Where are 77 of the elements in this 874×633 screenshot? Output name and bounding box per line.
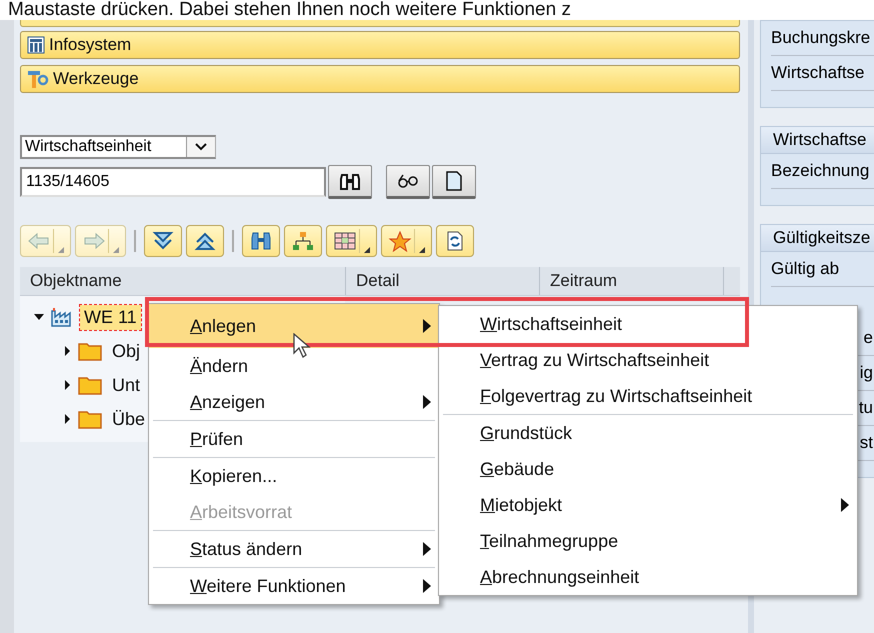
field-label: Wirtschaftse (771, 56, 874, 91)
mouse-pointer-icon (293, 333, 313, 359)
menu-item[interactable]: Anlegen (149, 304, 439, 348)
menu-item[interactable]: Mietobjekt (439, 487, 857, 523)
column-header[interactable]: Objektname (20, 267, 346, 295)
dropdown-corner-icon (58, 247, 64, 253)
caret-down-icon[interactable] (34, 312, 44, 322)
search-button[interactable] (328, 165, 372, 199)
submenu-arrow-icon (423, 542, 431, 556)
toolbar-button[interactable] (186, 225, 224, 257)
binoculars-icon (339, 171, 361, 191)
menu-item[interactable]: Grundstück (439, 415, 857, 451)
toolbar-button[interactable] (326, 225, 377, 257)
forward-arrow-icon (82, 230, 106, 252)
toolbar-button[interactable] (144, 225, 182, 257)
expand-all-icon (151, 230, 175, 252)
menu-item[interactable]: Status ändern (149, 531, 439, 567)
menu-item[interactable]: Abrechnungseinheit (439, 559, 857, 595)
dropdown-corner-icon (113, 247, 119, 253)
tree-node-label[interactable]: Übe (108, 406, 150, 432)
tree-node-label[interactable]: Unt (108, 372, 144, 398)
menu-item[interactable]: Teilnahmegruppe (439, 523, 857, 559)
submenu-arrow-icon (423, 319, 431, 333)
column-header[interactable]: Detail (346, 267, 540, 295)
field-label: Buchungskre (771, 21, 874, 56)
binoculars-icon (249, 230, 273, 252)
field-label: st (860, 432, 874, 454)
star-icon (388, 230, 412, 252)
folder-icon (78, 341, 102, 361)
menu-item[interactable]: Ändern (149, 348, 439, 384)
nav-button[interactable]: Infosystem (20, 31, 740, 59)
tools-icon (27, 69, 49, 89)
display-button[interactable] (386, 165, 430, 199)
folder-icon (78, 375, 102, 395)
column-header[interactable]: Zeitraum (540, 267, 724, 295)
nav-button[interactable]: Werkzeuge (20, 65, 740, 93)
menu-item[interactable]: Weitere Funktionen (149, 568, 439, 604)
caption-text: Maustaste drücken. Dabei stehen Ihnen noch weitere Funktionen z (0, 0, 874, 20)
toolbar-button[interactable] (284, 225, 322, 257)
menu-item[interactable]: Kopieren... (149, 458, 439, 494)
tree-node-label[interactable]: Obj (108, 338, 144, 364)
caret-right-icon[interactable] (62, 414, 72, 424)
menu-item[interactable]: Gebäude (439, 451, 857, 487)
submenu-arrow-icon (423, 579, 431, 593)
hierarchy-icon (291, 230, 315, 252)
dropdown-corner-icon (364, 247, 370, 253)
field-label: Gültig ab (771, 252, 874, 287)
toolbar-button[interactable] (436, 225, 474, 257)
section-header: Wirtschaftse (761, 127, 874, 154)
grid-icon (333, 230, 357, 252)
chevron-down-icon (194, 142, 208, 152)
submenu-arrow-icon (423, 395, 431, 409)
toolbar-button[interactable] (242, 225, 280, 257)
factory-icon (50, 307, 74, 327)
tree-node-label[interactable]: WE 11 (80, 304, 141, 330)
menu-item[interactable]: Anzeigen (149, 384, 439, 420)
menu-item[interactable]: Prüfen (149, 421, 439, 457)
object-type-dropdown[interactable]: Wirtschaftseinheit (20, 135, 216, 159)
menu-item[interactable]: Folgevertrag zu Wirtschaftseinheit (439, 378, 857, 414)
caret-right-icon[interactable] (62, 380, 72, 390)
field-label: tu (858, 397, 874, 419)
caret-right-icon[interactable] (62, 346, 72, 356)
collapse-all-icon (193, 230, 217, 252)
dropdown-corner-icon (419, 247, 425, 253)
field-label: Bezeichnung (771, 154, 874, 189)
field-label: ig (860, 362, 874, 384)
folder-icon (78, 409, 102, 429)
back-arrow-icon (27, 230, 51, 252)
submenu-arrow-icon (841, 498, 849, 512)
field-label: e (864, 327, 874, 349)
columns-icon (27, 36, 45, 54)
glasses-icon (396, 173, 420, 189)
create-button[interactable] (432, 165, 476, 199)
object-id-field[interactable]: 1135/14605 (20, 167, 326, 197)
section-header: Gültigkeitsze (761, 225, 874, 252)
menu-item[interactable]: Wirtschaftseinheit (439, 306, 857, 342)
document-icon (446, 171, 462, 191)
